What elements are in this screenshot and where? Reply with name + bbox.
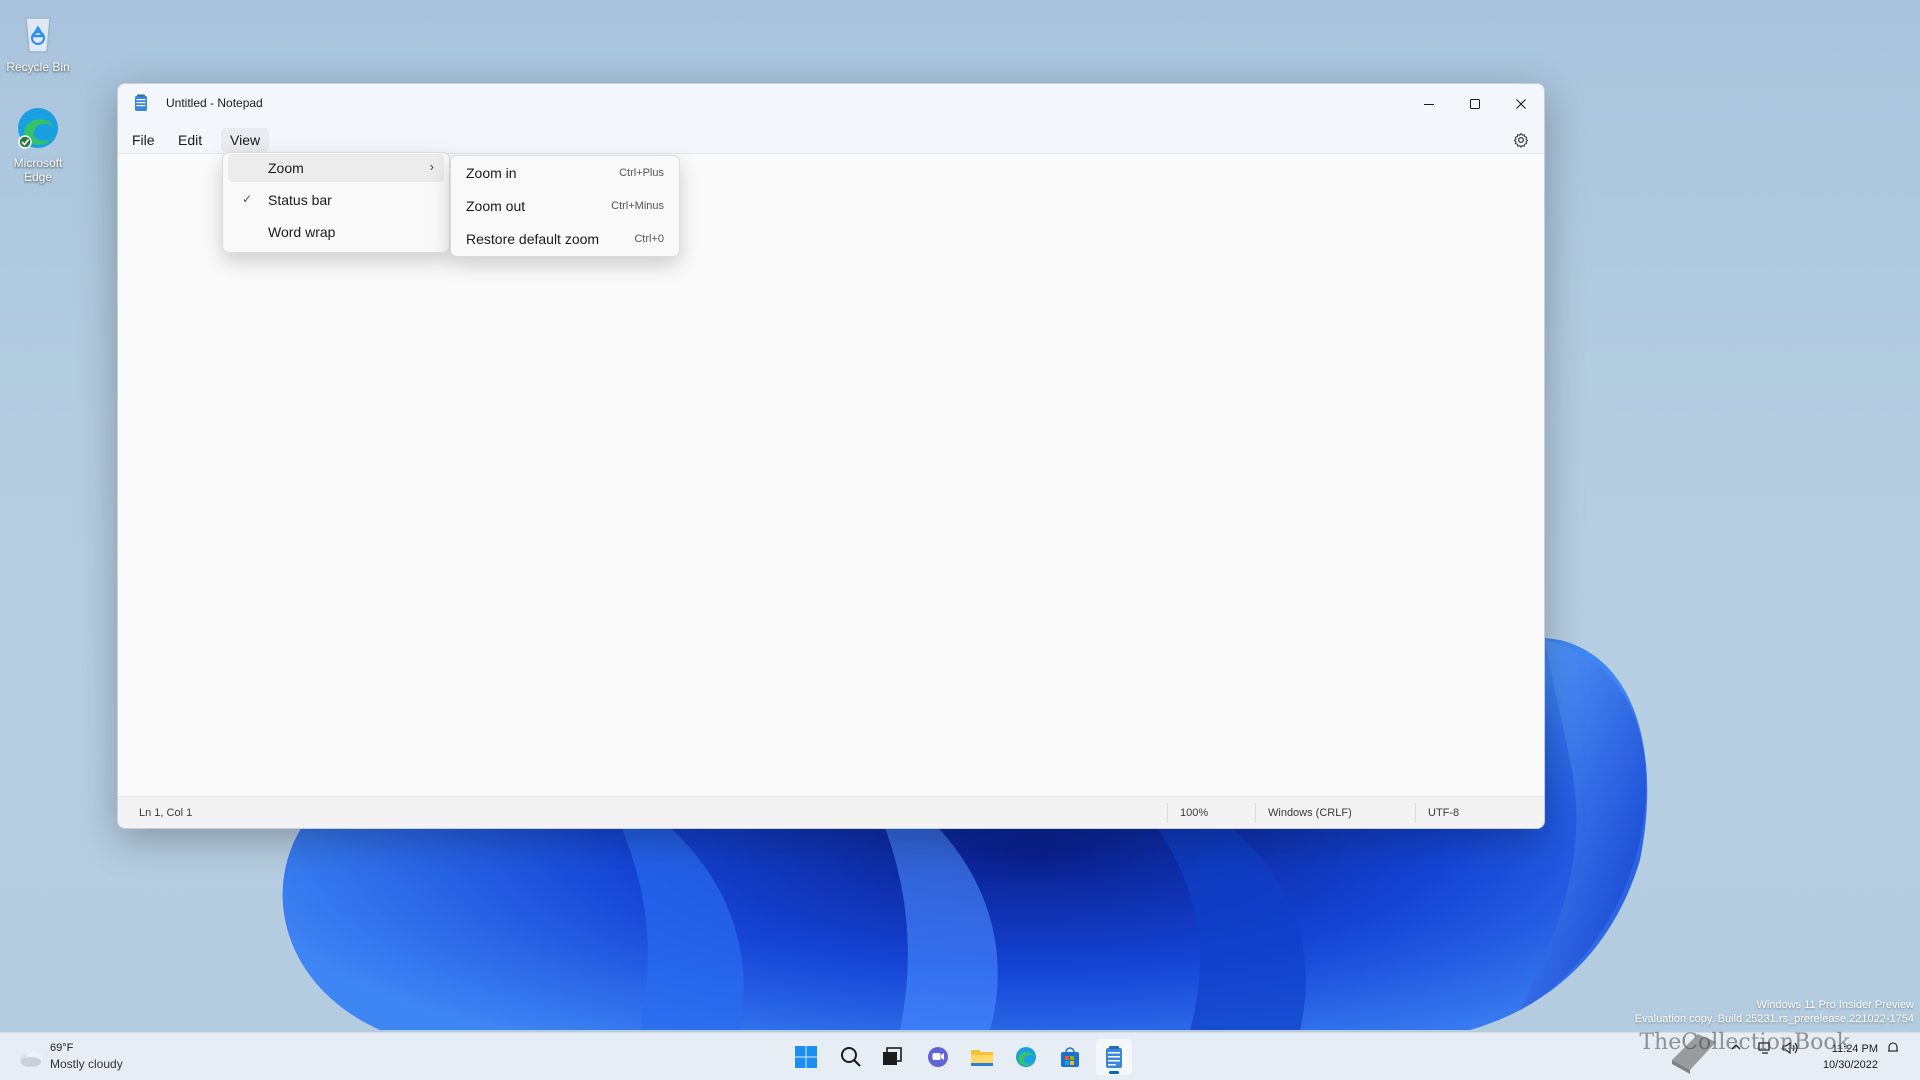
menu-file[interactable]: File xyxy=(123,128,164,152)
menu-item-label: Status bar xyxy=(268,192,332,208)
edge-icon xyxy=(14,104,62,152)
start-icon xyxy=(795,1046,817,1068)
maximize-icon xyxy=(1470,99,1480,109)
taskbar-store[interactable] xyxy=(1052,1039,1088,1075)
edge-icon xyxy=(1016,1047,1036,1067)
search-icon xyxy=(841,1047,861,1067)
menu-item-label: Restore default zoom xyxy=(466,231,600,247)
menu-item-shortcut: Ctrl+Minus xyxy=(611,200,664,212)
active-app-indicator xyxy=(1109,1071,1119,1074)
taskbar-chat[interactable] xyxy=(920,1039,956,1075)
taskbar-file-explorer[interactable] xyxy=(964,1039,1000,1075)
taskbar-start[interactable] xyxy=(788,1039,824,1075)
taskbar-edge[interactable] xyxy=(1008,1039,1044,1075)
weather-temperature: 69°F xyxy=(50,1042,74,1054)
menu-bar: File Edit View xyxy=(118,124,1544,154)
taskbar-search[interactable] xyxy=(833,1039,869,1075)
watermark-line: Windows 11 Pro Insider Preview xyxy=(1756,999,1914,1011)
menu-item-shortcut: Ctrl+0 xyxy=(634,233,664,245)
menu-item-zoom-out[interactable]: Zoom out Ctrl+Minus xyxy=(456,191,674,221)
chevron-right-icon: › xyxy=(429,159,434,174)
minimize-icon xyxy=(1424,104,1434,105)
window-title: Untitled - Notepad xyxy=(166,96,263,110)
status-separator xyxy=(1167,803,1168,823)
notification-button[interactable] xyxy=(1886,1041,1900,1058)
view-menu: Zoom › ✓ Status bar Word wrap xyxy=(222,152,450,253)
menu-item-status-bar[interactable]: ✓ Status bar xyxy=(228,186,444,214)
status-separator xyxy=(1415,803,1416,823)
menu-edit[interactable]: Edit xyxy=(169,128,211,152)
file-explorer-icon xyxy=(971,1050,993,1066)
status-position: Ln 1, Col 1 xyxy=(139,807,193,819)
notification-icon xyxy=(1888,1042,1898,1052)
taskbar-notepad[interactable] xyxy=(1096,1039,1132,1075)
overlay-watermark-text: TheCollectionBook xyxy=(1639,1030,1850,1055)
title-bar[interactable]: Untitled - Notepad xyxy=(118,84,1544,124)
taskbar: 69°F Mostly cloudy 11:24 PM 10/30/2022 xyxy=(0,1032,1920,1080)
settings-button[interactable] xyxy=(1510,129,1532,151)
menu-item-label: Zoom out xyxy=(466,198,526,214)
menu-view[interactable]: View xyxy=(221,128,270,152)
desktop-icon-label: Microsoft Edge xyxy=(13,156,63,184)
status-line-endings: Windows (CRLF) xyxy=(1268,807,1352,819)
store-icon xyxy=(1061,1047,1079,1067)
menu-item-restore-zoom[interactable]: Restore default zoom Ctrl+0 xyxy=(456,224,674,254)
task-view-icon xyxy=(883,1047,902,1065)
notepad-icon xyxy=(134,94,148,112)
clock-date: 10/30/2022 xyxy=(1822,1059,1878,1071)
desktop-icon-label: Recycle Bin xyxy=(6,60,70,74)
weather-widget[interactable]: 69°F Mostly cloudy xyxy=(18,1041,158,1073)
cloud-icon xyxy=(20,1051,42,1067)
watermark-line: Evaluation copy. Build 25231.rs_prerelea… xyxy=(1634,1013,1914,1025)
status-bar: Ln 1, Col 1 100% Windows (CRLF) UTF-8 xyxy=(118,796,1544,828)
recycle-bin-icon xyxy=(14,8,62,56)
status-encoding: UTF-8 xyxy=(1428,807,1460,819)
gear-icon xyxy=(1513,132,1529,148)
menu-item-zoom-in[interactable]: Zoom in Ctrl+Plus xyxy=(456,158,674,188)
status-zoom: 100% xyxy=(1180,807,1209,819)
menu-item-label: Zoom xyxy=(268,160,304,176)
menu-item-label: Zoom in xyxy=(466,165,517,181)
checkmark-icon: ✓ xyxy=(242,192,253,206)
minimize-button[interactable] xyxy=(1406,84,1452,124)
notepad-icon xyxy=(1106,1046,1122,1068)
weather-status: Mostly cloudy xyxy=(50,1057,123,1071)
chat-icon xyxy=(928,1047,948,1067)
maximize-button[interactable] xyxy=(1452,84,1498,124)
menu-item-zoom[interactable]: Zoom › xyxy=(228,154,444,182)
desktop-icon-edge[interactable]: Microsoft Edge xyxy=(0,104,76,184)
evaluation-watermark: Windows 11 Pro Insider Preview Evaluatio… xyxy=(1635,998,1914,1026)
close-icon xyxy=(1516,99,1526,109)
menu-item-label: Word wrap xyxy=(268,224,336,240)
status-separator xyxy=(1255,803,1256,823)
desktop-icon-recycle-bin[interactable]: Recycle Bin xyxy=(0,8,76,74)
close-button[interactable] xyxy=(1498,84,1544,124)
zoom-submenu: Zoom in Ctrl+Plus Zoom out Ctrl+Minus Re… xyxy=(450,155,680,257)
menu-item-shortcut: Ctrl+Plus xyxy=(619,167,664,179)
menu-item-word-wrap[interactable]: Word wrap xyxy=(228,218,444,246)
taskbar-task-view[interactable] xyxy=(874,1039,910,1075)
